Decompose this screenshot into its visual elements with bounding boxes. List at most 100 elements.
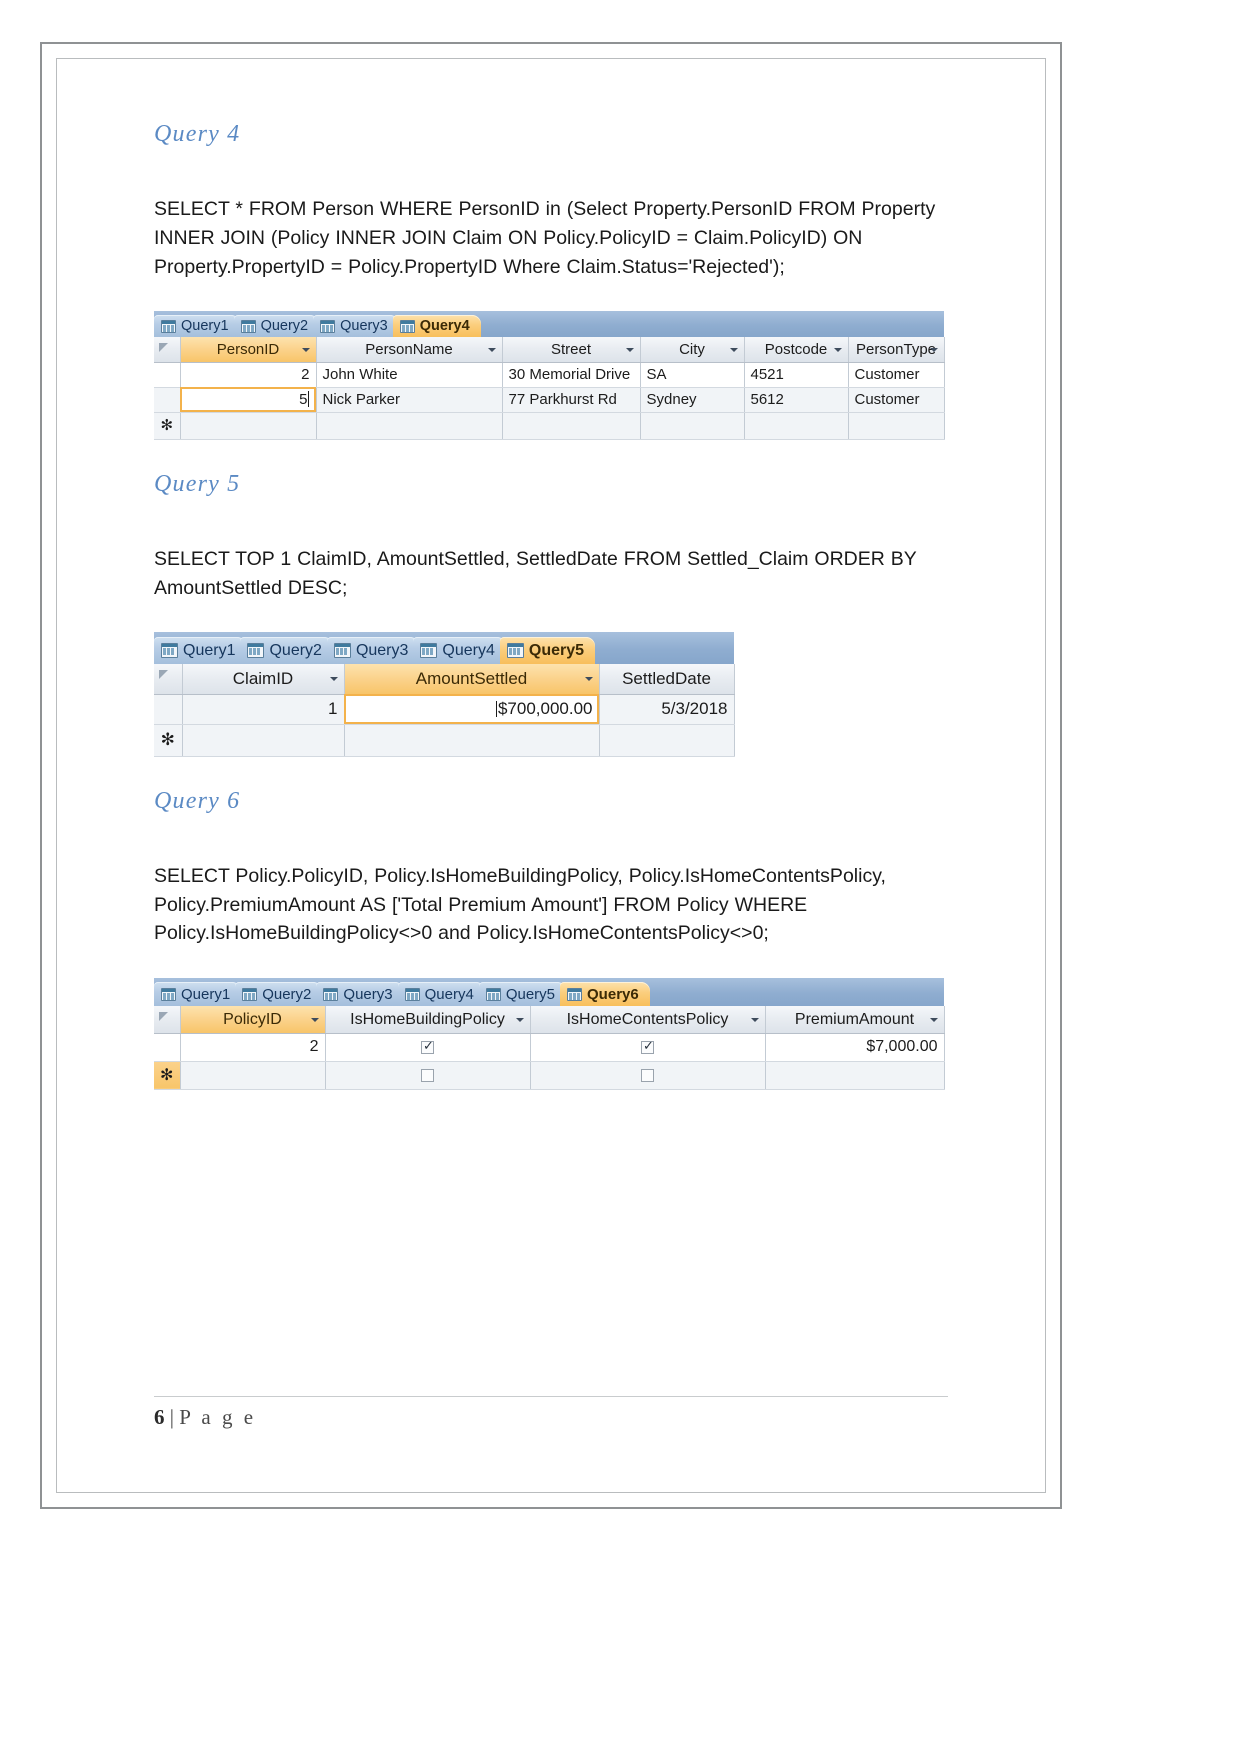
chevron-down-icon[interactable] xyxy=(833,347,842,352)
table-row[interactable]: 1 $700,000.00 5/3/2018 xyxy=(154,694,735,725)
cell-postcode[interactable]: 5612 xyxy=(744,387,849,413)
checkbox-checked-icon[interactable] xyxy=(421,1039,434,1055)
tab-query4[interactable]: Query4 xyxy=(397,982,485,1007)
column-header-persontype[interactable]: PersonType xyxy=(848,337,945,363)
cell-ishomebuildingpolicy[interactable] xyxy=(325,1033,531,1062)
chevron-down-icon[interactable] xyxy=(729,347,738,352)
tab-query1[interactable]: Query1 xyxy=(154,315,240,338)
column-header-settleddate[interactable]: SettledDate xyxy=(599,664,735,695)
column-header-city[interactable]: City xyxy=(640,337,745,363)
cell-empty[interactable] xyxy=(180,412,317,440)
tab-query2[interactable]: Query2 xyxy=(240,637,333,665)
tab-query3[interactable]: Query3 xyxy=(326,637,420,665)
cell-premiumamount[interactable]: $7,000.00 xyxy=(765,1033,945,1062)
column-header-street[interactable]: Street xyxy=(502,337,641,363)
chevron-down-icon[interactable] xyxy=(329,677,338,682)
cell-empty[interactable] xyxy=(316,412,503,440)
checkbox-unchecked-icon[interactable] xyxy=(421,1069,434,1083)
tab-query1[interactable]: Query1 xyxy=(154,637,247,665)
grid-header-row: PolicyID IsHomeBuildingPolicy IsHomeCont… xyxy=(154,1006,945,1034)
column-header-ishomebuildingpolicy[interactable]: IsHomeBuildingPolicy xyxy=(325,1006,531,1034)
cell-empty[interactable] xyxy=(744,412,849,440)
tab-query3[interactable]: Query3 xyxy=(313,315,399,338)
query-table-icon xyxy=(399,319,415,333)
cell-empty[interactable] xyxy=(640,412,745,440)
column-header-premiumamount[interactable]: PremiumAmount xyxy=(765,1006,945,1034)
new-record-row[interactable]: ✻ xyxy=(154,724,735,757)
chevron-down-icon[interactable] xyxy=(750,1017,759,1022)
cell-empty[interactable] xyxy=(848,412,945,440)
query-table-icon xyxy=(161,643,178,659)
chevron-down-icon[interactable] xyxy=(929,347,938,352)
cell-personid[interactable]: 5 xyxy=(180,387,317,413)
cell-amountsettled[interactable]: $700,000.00 xyxy=(344,694,600,725)
column-header-personid[interactable]: PersonID xyxy=(180,337,317,363)
cell-street[interactable]: 30 Memorial Drive xyxy=(502,362,641,388)
tab-query4[interactable]: Query4 xyxy=(392,315,481,338)
tab-query3[interactable]: Query3 xyxy=(316,982,404,1007)
chevron-down-icon[interactable] xyxy=(310,1017,319,1022)
column-header-amountsettled[interactable]: AmountSettled xyxy=(344,664,600,695)
tab-query2[interactable]: Query2 xyxy=(233,315,320,338)
cell-empty-checkbox[interactable] xyxy=(325,1061,531,1090)
new-record-marker[interactable]: ✻ xyxy=(154,1061,181,1090)
chevron-down-icon[interactable] xyxy=(625,347,634,352)
checkbox-checked-icon[interactable] xyxy=(641,1039,654,1055)
footer-page-word: P a g e xyxy=(179,1405,257,1429)
select-all-corner[interactable] xyxy=(154,337,181,363)
new-record-row[interactable]: ✻ xyxy=(154,412,945,440)
cell-postcode[interactable]: 4521 xyxy=(744,362,849,388)
cell-ishomecontentspolicy[interactable] xyxy=(530,1033,766,1062)
cell-persontype[interactable]: Customer xyxy=(848,362,945,388)
cell-city[interactable]: Sydney xyxy=(640,387,745,413)
table-row[interactable]: 2 $7,000.00 xyxy=(154,1033,945,1062)
chevron-down-icon[interactable] xyxy=(487,347,496,352)
column-header-postcode[interactable]: Postcode xyxy=(744,337,849,363)
chevron-down-icon[interactable] xyxy=(584,677,593,682)
query-table-icon xyxy=(320,319,336,333)
cell-empty[interactable] xyxy=(599,724,735,757)
chevron-down-icon[interactable] xyxy=(301,347,310,352)
cell-street[interactable]: 77 Parkhurst Rd xyxy=(502,387,641,413)
cell-empty[interactable] xyxy=(765,1061,945,1090)
column-header-claimid[interactable]: ClaimID xyxy=(182,664,345,695)
tab-query4[interactable]: Query4 xyxy=(413,637,506,665)
cell-settleddate[interactable]: 5/3/2018 xyxy=(599,694,735,725)
cell-empty[interactable] xyxy=(182,724,345,757)
row-selector[interactable] xyxy=(154,694,183,725)
checkbox-unchecked-icon[interactable] xyxy=(641,1069,654,1083)
column-label: IsHomeContentsPolicy xyxy=(566,1010,729,1028)
table-row[interactable]: 2 John White 30 Memorial Drive SA 4521 C… xyxy=(154,362,945,388)
cell-personname[interactable]: Nick Parker xyxy=(316,387,503,413)
cell-empty[interactable] xyxy=(180,1061,326,1090)
cell-city[interactable]: SA xyxy=(640,362,745,388)
cell-claimid[interactable]: 1 xyxy=(182,694,345,725)
chevron-down-icon[interactable] xyxy=(929,1017,938,1022)
row-selector[interactable] xyxy=(154,362,181,388)
row-selector[interactable] xyxy=(154,387,181,413)
new-record-marker[interactable]: ✻ xyxy=(154,412,181,440)
cell-policyid[interactable]: 2 xyxy=(180,1033,326,1062)
select-all-corner[interactable] xyxy=(154,664,183,695)
column-header-personname[interactable]: PersonName xyxy=(316,337,503,363)
tab-query2[interactable]: Query2 xyxy=(235,982,323,1007)
new-record-marker[interactable]: ✻ xyxy=(154,724,183,757)
cell-personid[interactable]: 2 xyxy=(180,362,317,388)
column-header-ishomecontentspolicy[interactable]: IsHomeContentsPolicy xyxy=(530,1006,766,1034)
cell-persontype[interactable]: Customer xyxy=(848,387,945,413)
table-row[interactable]: 5 Nick Parker 77 Parkhurst Rd Sydney 561… xyxy=(154,387,945,413)
cell-empty-checkbox[interactable] xyxy=(530,1061,766,1090)
cell-personname[interactable]: John White xyxy=(316,362,503,388)
new-record-row[interactable]: ✻ xyxy=(154,1061,945,1090)
row-selector[interactable] xyxy=(154,1033,181,1062)
tab-query5[interactable]: Query5 xyxy=(478,982,567,1007)
tab-label: Query1 xyxy=(183,641,236,659)
chevron-down-icon[interactable] xyxy=(515,1017,524,1022)
tab-query6[interactable]: Query6 xyxy=(560,982,650,1007)
tab-query5[interactable]: Query5 xyxy=(499,637,596,665)
column-header-policyid[interactable]: PolicyID xyxy=(180,1006,326,1034)
tab-query1[interactable]: Query1 xyxy=(154,982,242,1007)
cell-empty[interactable] xyxy=(344,724,600,757)
cell-empty[interactable] xyxy=(502,412,641,440)
select-all-corner[interactable] xyxy=(154,1006,181,1034)
